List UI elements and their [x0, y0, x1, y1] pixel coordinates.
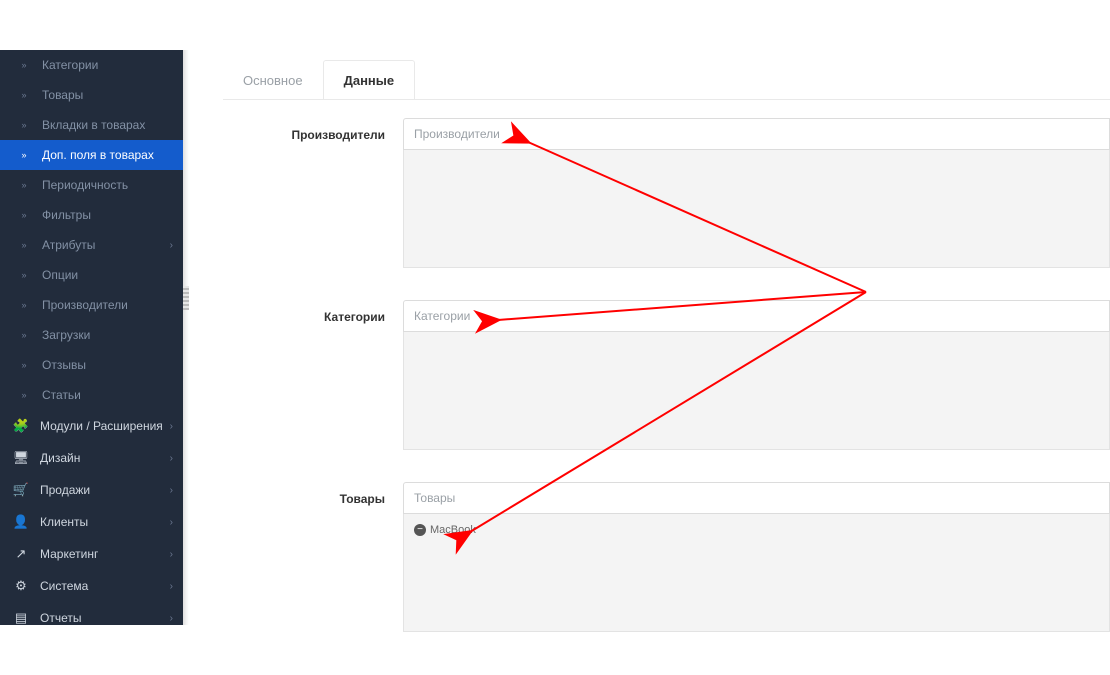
main-content: Основное Данные Производители Категории	[205, 50, 1110, 675]
sidebar: » Категории » Товары » Вкладки в товарах…	[0, 50, 183, 625]
sidebar-sub-articles[interactable]: » Статьи	[0, 380, 183, 410]
manufacturers-tagbox[interactable]	[403, 150, 1110, 268]
product-tag-label: MacBook	[430, 524, 476, 536]
sidebar-item-reports[interactable]: ▤ Отчеты ›	[0, 602, 183, 634]
sidebar-item-system[interactable]: ⚙ Система ›	[0, 570, 183, 602]
sidebar-item-label: Продажи	[30, 483, 163, 497]
field-categories: Категории	[223, 300, 1110, 480]
arrow-sub-icon: »	[16, 240, 32, 250]
arrow-sub-icon: »	[16, 330, 32, 340]
sidebar-item-label: Статьи	[32, 388, 173, 402]
field-manufacturers: Производители	[223, 118, 1110, 298]
chevron-right-icon: ›	[163, 613, 173, 624]
sidebar-item-label: Маркетинг	[30, 547, 163, 561]
chevron-right-icon: ›	[163, 485, 173, 496]
product-tag[interactable]: − MacBook	[414, 524, 476, 536]
sidebar-item-design[interactable]: 🖥 Дизайн ›	[0, 442, 183, 474]
sidebar-item-label: Опции	[32, 268, 173, 282]
sidebar-item-label: Отзывы	[32, 358, 173, 372]
chevron-right-icon: ›	[163, 240, 173, 251]
field-label: Товары	[223, 492, 385, 506]
sidebar-sub-attributes[interactable]: » Атрибуты ›	[0, 230, 183, 260]
sidebar-item-label: Вкладки в товарах	[32, 118, 173, 132]
field-label: Производители	[223, 128, 385, 142]
tab-underline	[223, 99, 1110, 100]
field-products: Товары − MacBook	[223, 482, 1110, 662]
sidebar-sub-recurring[interactable]: » Периодичность	[0, 170, 183, 200]
display-icon: 🖥	[12, 450, 30, 466]
chevron-right-icon: ›	[163, 421, 173, 432]
sidebar-sub-products[interactable]: » Товары	[0, 80, 183, 110]
remove-tag-icon[interactable]: −	[414, 524, 426, 536]
sidebar-item-label: Периодичность	[32, 178, 173, 192]
sidebar-item-sales[interactable]: 🛒 Продажи ›	[0, 474, 183, 506]
arrow-sub-icon: »	[16, 90, 32, 100]
sidebar-sub-filters[interactable]: » Фильтры	[0, 200, 183, 230]
sidebar-item-label: Отчеты	[30, 611, 163, 625]
sidebar-sub-extra-fields[interactable]: » Доп. поля в товарах	[0, 140, 183, 170]
sidebar-item-label: Загрузки	[32, 328, 173, 342]
arrow-sub-icon: »	[16, 150, 32, 160]
field-label: Категории	[223, 310, 385, 324]
puzzle-icon: 🧩	[12, 418, 30, 434]
sidebar-sub-tabs-in-products[interactable]: » Вкладки в товарах	[0, 110, 183, 140]
chevron-right-icon: ›	[163, 549, 173, 560]
sidebar-resize-handle[interactable]	[183, 50, 189, 625]
arrow-sub-icon: »	[16, 360, 32, 370]
chevron-right-icon: ›	[163, 453, 173, 464]
sidebar-sub-manufacturers[interactable]: » Производители	[0, 290, 183, 320]
sidebar-item-label: Фильтры	[32, 208, 173, 222]
chevron-right-icon: ›	[163, 517, 173, 528]
products-tagbox[interactable]: − MacBook	[403, 514, 1110, 632]
manufacturers-input[interactable]	[414, 127, 1099, 141]
cart-icon: 🛒	[12, 482, 30, 498]
tab-data[interactable]: Данные	[323, 60, 416, 100]
manufacturers-input-wrap[interactable]	[403, 118, 1110, 150]
sidebar-sub-downloads[interactable]: » Загрузки	[0, 320, 183, 350]
categories-input-wrap[interactable]	[403, 300, 1110, 332]
sidebar-item-label: Модули / Расширения	[30, 419, 163, 433]
sidebar-item-customers[interactable]: 👤 Клиенты ›	[0, 506, 183, 538]
tab-label: Основное	[243, 73, 303, 88]
sidebar-item-label: Дизайн	[30, 451, 163, 465]
sidebar-item-label: Атрибуты	[32, 238, 163, 252]
products-input[interactable]	[414, 491, 1099, 505]
sidebar-item-label: Клиенты	[30, 515, 163, 529]
barchart-icon: ▤	[12, 610, 30, 626]
categories-input[interactable]	[414, 309, 1099, 323]
arrow-sub-icon: »	[16, 300, 32, 310]
user-icon: 👤	[12, 514, 30, 530]
sidebar-item-label: Категории	[32, 58, 173, 72]
sidebar-item-extensions[interactable]: 🧩 Модули / Расширения ›	[0, 410, 183, 442]
sidebar-sub-reviews[interactable]: » Отзывы	[0, 350, 183, 380]
cog-icon: ⚙	[12, 578, 30, 594]
sidebar-item-marketing[interactable]: ↗ Маркетинг ›	[0, 538, 183, 570]
sidebar-sub-options[interactable]: » Опции	[0, 260, 183, 290]
chevron-right-icon: ›	[163, 581, 173, 592]
sidebar-item-label: Система	[30, 579, 163, 593]
top-spacer	[0, 0, 1110, 50]
tab-main[interactable]: Основное	[223, 60, 323, 100]
share-icon: ↗	[12, 546, 30, 562]
arrow-sub-icon: »	[16, 120, 32, 130]
arrow-sub-icon: »	[16, 390, 32, 400]
sidebar-item-label: Доп. поля в товарах	[32, 148, 173, 162]
categories-tagbox[interactable]	[403, 332, 1110, 450]
sidebar-item-label: Товары	[32, 88, 173, 102]
arrow-sub-icon: »	[16, 180, 32, 190]
grip-icon	[183, 286, 189, 310]
arrow-sub-icon: »	[16, 210, 32, 220]
sidebar-item-label: Производители	[32, 298, 173, 312]
arrow-sub-icon: »	[16, 270, 32, 280]
tab-label: Данные	[344, 73, 395, 88]
tab-bar: Основное Данные	[223, 60, 415, 100]
arrow-sub-icon: »	[16, 60, 32, 70]
products-input-wrap[interactable]	[403, 482, 1110, 514]
sidebar-sub-categories[interactable]: » Категории	[0, 50, 183, 80]
